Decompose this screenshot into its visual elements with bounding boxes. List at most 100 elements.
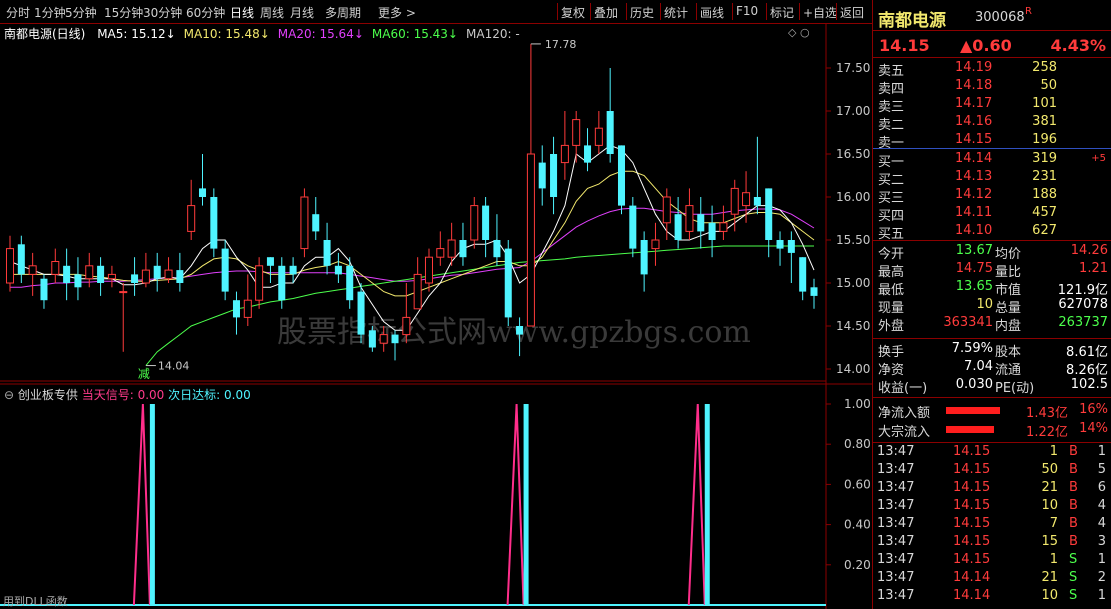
candle-body	[697, 214, 705, 232]
candle-body	[810, 287, 818, 296]
candle-body	[504, 248, 512, 318]
tick-count: 4	[1097, 498, 1106, 513]
toolbar-separator	[732, 3, 733, 20]
indicator-toggle-icon[interactable]: ⊖	[4, 388, 14, 402]
y-tick-label: 16.00	[836, 190, 870, 204]
toolbar-separator	[660, 3, 661, 20]
bid-volume: 188	[1032, 187, 1057, 202]
today-signal-spike	[132, 403, 151, 606]
toolbar-tool-2[interactable]: 历史	[630, 4, 654, 21]
toolbar-tool-8[interactable]: 返回	[840, 4, 864, 21]
candle-body	[131, 274, 139, 283]
today-signal-spike	[506, 403, 525, 606]
next-day-signal-bar	[704, 404, 710, 605]
toolbar-period-8[interactable]: 月线	[290, 4, 314, 21]
toolbar-tool-6[interactable]: 标记	[770, 4, 794, 21]
stat-label: 流通	[995, 363, 1022, 378]
tick-volume: 50	[1041, 462, 1058, 477]
candle-body	[470, 205, 479, 241]
toolbar-period-0[interactable]: 分时	[6, 4, 30, 21]
toolbar-separator	[626, 3, 627, 20]
toolbar-period-7[interactable]: 周线	[260, 4, 284, 21]
ask-label: 卖四	[878, 82, 905, 97]
toolbar-period-1[interactable]: 1分钟	[34, 4, 66, 21]
candle-body	[97, 265, 105, 283]
toolbar-period-9[interactable]: 多周期	[325, 4, 361, 21]
candle-body	[187, 205, 196, 232]
y-tick-label: 15.50	[836, 233, 870, 247]
ask-price: 14.19	[955, 60, 993, 75]
bid-label: 买四	[878, 209, 905, 224]
stat-label: 净资	[878, 363, 905, 378]
toolbar-period-3[interactable]: 15分钟	[104, 4, 143, 21]
bid-change: +5	[1091, 153, 1106, 164]
candle-body	[436, 248, 445, 258]
next-day-signal-bar	[523, 404, 529, 605]
candle-body	[742, 192, 751, 207]
stat-label: 现量	[878, 301, 905, 316]
flow-value: 1.43亿	[1026, 406, 1068, 421]
candle-body	[730, 187, 739, 215]
toolbar-period-6[interactable]: 日线	[230, 4, 254, 21]
bid-price: 14.13	[955, 169, 993, 184]
toolbar-tool-7[interactable]: +自选	[803, 4, 837, 21]
toolbar-period-5[interactable]: 60分钟	[186, 4, 225, 21]
flow-pct: 14%	[1079, 421, 1108, 436]
toolbar-period-4[interactable]: 30分钟	[143, 4, 182, 21]
indicator-y-label: 0.60	[844, 477, 871, 491]
candle-body	[560, 144, 569, 164]
toolbar-tool-0[interactable]: 复权	[561, 4, 585, 21]
candle-body	[17, 244, 25, 275]
stat-label: PE(动)	[995, 381, 1035, 396]
toolbar-separator	[590, 3, 591, 20]
candle-body	[141, 269, 150, 284]
price-change-pct: 4.43%	[1050, 36, 1106, 55]
toolbar-tool-4[interactable]: 画线	[700, 4, 724, 21]
candle-body	[516, 326, 524, 335]
quote-panel: 南都电源 300068 R 14.15 ▲0.60 4.43% 卖五 14.19 258 卖四 14…	[872, 0, 1111, 609]
y-tick-label: 17.00	[836, 104, 870, 118]
tick-volume: 10	[1041, 588, 1058, 603]
toolbar-tool-5[interactable]: F10	[736, 4, 758, 18]
ask-price: 14.16	[955, 114, 993, 129]
chart-area[interactable]: 17.50 17.00 16.50 16.00 15.50 15.00 14.50 14.00…	[0, 24, 872, 609]
stat-label: 市值	[995, 283, 1022, 298]
candle-body	[550, 154, 558, 197]
toolbar-period-10[interactable]: 更多 >	[378, 4, 416, 21]
stat-label: 内盘	[995, 319, 1022, 334]
bid-volume: 231	[1032, 169, 1057, 184]
toolbar-tool-1[interactable]: 叠加	[594, 4, 618, 21]
tick-side: B	[1069, 498, 1078, 513]
panel-divider	[873, 397, 1111, 398]
y-tick-label: 17.50	[836, 61, 870, 75]
dll-footer-note: 用到DLL函数	[3, 595, 68, 608]
panel-divider	[873, 442, 1111, 443]
candle-body	[107, 273, 116, 280]
ma-legend-item: MA10: 15.48↓	[183, 27, 270, 41]
ask-price: 14.15	[955, 132, 993, 147]
indicator-y-label: 0.40	[844, 518, 871, 532]
tick-side: B	[1069, 516, 1078, 531]
candle-body	[176, 270, 184, 283]
candle-body	[232, 300, 240, 318]
candle-body	[5, 248, 15, 284]
sell-signal-marker: 减	[138, 367, 150, 381]
chart-title: 南都电源(日线)	[4, 27, 86, 41]
toolbar-tool-3[interactable]: 统计	[664, 4, 688, 21]
panel-divider	[873, 57, 1111, 58]
candle-body	[765, 188, 773, 240]
tick-time: 13:47	[877, 570, 915, 585]
stat-value: 8.61亿	[1066, 345, 1108, 360]
candle-body	[368, 330, 376, 348]
candle-body	[198, 188, 207, 197]
candle-body	[243, 299, 252, 318]
candle-body	[40, 278, 48, 301]
candle-body	[640, 240, 648, 275]
toolbar-period-2[interactable]: 5分钟	[65, 4, 97, 21]
chart-window-icons[interactable]: ◇ ○	[788, 26, 810, 39]
candle-body	[629, 205, 637, 249]
candle-body	[346, 265, 354, 301]
tick-price: 14.14	[953, 570, 991, 585]
last-price: 14.15	[879, 36, 930, 55]
tick-time: 13:47	[877, 534, 915, 549]
